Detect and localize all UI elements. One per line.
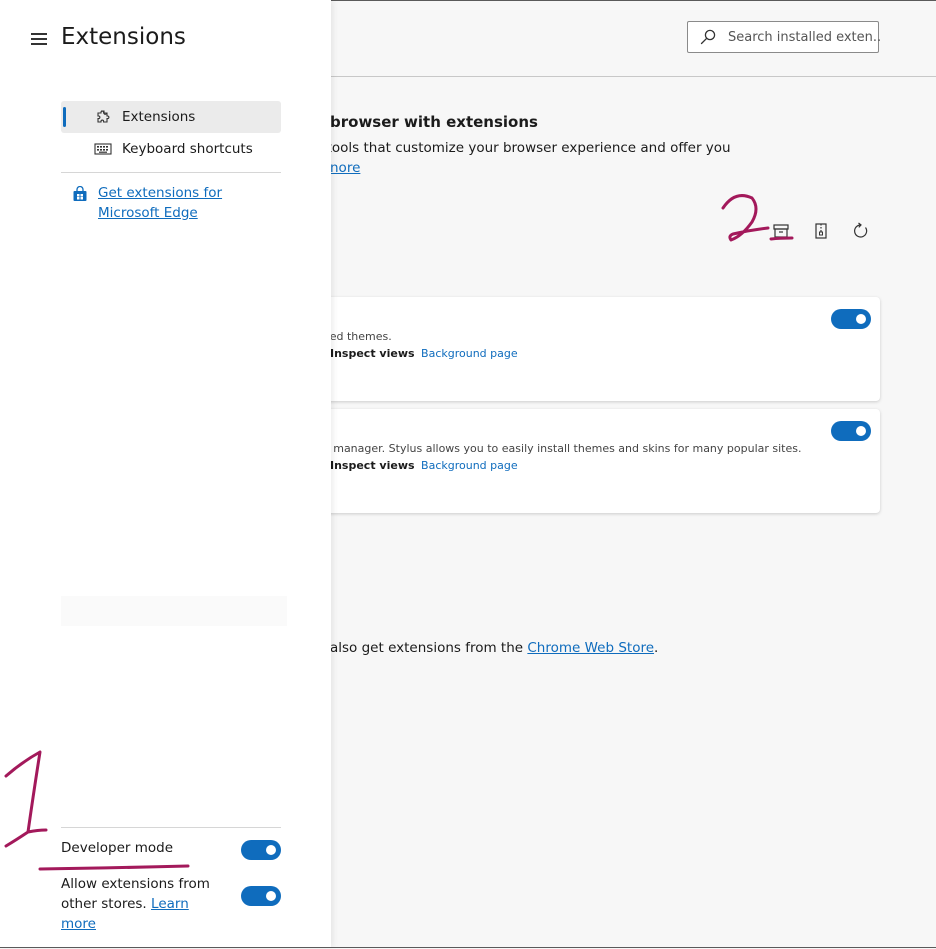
inspect-views: Inspect views Background page — [330, 347, 518, 360]
keyboard-icon — [93, 139, 113, 159]
search-box[interactable] — [687, 21, 882, 53]
sidebar: Extensions Extensions Keyboard shortcuts — [0, 0, 331, 947]
sidebar-item-keyboard-shortcuts[interactable]: Keyboard shortcuts — [61, 133, 281, 165]
puzzle-icon — [93, 107, 113, 127]
learn-more-link[interactable]: nore — [330, 160, 360, 176]
hero-title: browser with extensions — [330, 113, 538, 131]
extension-toggle[interactable] — [831, 421, 871, 441]
load-unpacked-icon[interactable] — [770, 220, 792, 242]
allow-other-stores-toggle[interactable] — [241, 886, 281, 906]
extension-card: s manager. Stylus allows you to easily i… — [300, 409, 880, 513]
sidebar-item-label: Extensions — [122, 109, 196, 125]
extension-toggle[interactable] — [831, 309, 871, 329]
sidebar-title: Extensions — [61, 24, 186, 50]
sidebar-item-extensions[interactable]: Extensions — [61, 101, 281, 133]
pack-extension-icon[interactable] — [810, 220, 832, 242]
store-bag-icon — [72, 185, 88, 204]
sidebar-item-label: Keyboard shortcuts — [122, 141, 253, 157]
annotation-number-2 — [721, 194, 770, 242]
store-note-suffix: . — [654, 640, 659, 656]
update-icon[interactable] — [850, 220, 872, 242]
background-page-link[interactable]: Background page — [421, 459, 518, 472]
get-extensions-row: Get extensions for Microsoft Edge — [72, 183, 282, 223]
sidebar-divider — [61, 827, 281, 828]
hero-description: e tools that customize your browser expe… — [314, 140, 731, 156]
get-extensions-link[interactable]: Get extensions for Microsoft Edge — [98, 183, 282, 223]
allow-other-stores-label: Allow extensions from other stores. Lear… — [61, 874, 221, 934]
search-input[interactable] — [726, 28, 882, 46]
header-divider — [331, 76, 936, 77]
ghost-row — [61, 596, 287, 626]
background-page-link[interactable]: Background page — [421, 347, 518, 360]
chrome-web-store-link[interactable]: Chrome Web Store — [527, 640, 654, 656]
inspect-views: Inspect views Background page — [330, 459, 518, 472]
window-bottom-border — [0, 947, 936, 948]
extension-card: sed themes. Inspect views Background pag… — [300, 297, 880, 401]
store-note: also get extensions from the Chrome Web … — [330, 640, 658, 656]
extension-description: s manager. Stylus allows you to easily i… — [324, 442, 802, 455]
store-note-text: also get extensions from the — [330, 640, 524, 656]
inspect-views-label: Inspect views — [330, 459, 415, 472]
developer-mode-toggle[interactable] — [241, 840, 281, 860]
sidebar-divider — [61, 172, 281, 173]
inspect-views-label: Inspect views — [330, 347, 415, 360]
search-icon — [700, 29, 716, 45]
developer-mode-label: Developer mode — [61, 840, 174, 856]
hamburger-menu-icon[interactable] — [31, 33, 47, 45]
extension-description: sed themes. — [324, 330, 392, 343]
